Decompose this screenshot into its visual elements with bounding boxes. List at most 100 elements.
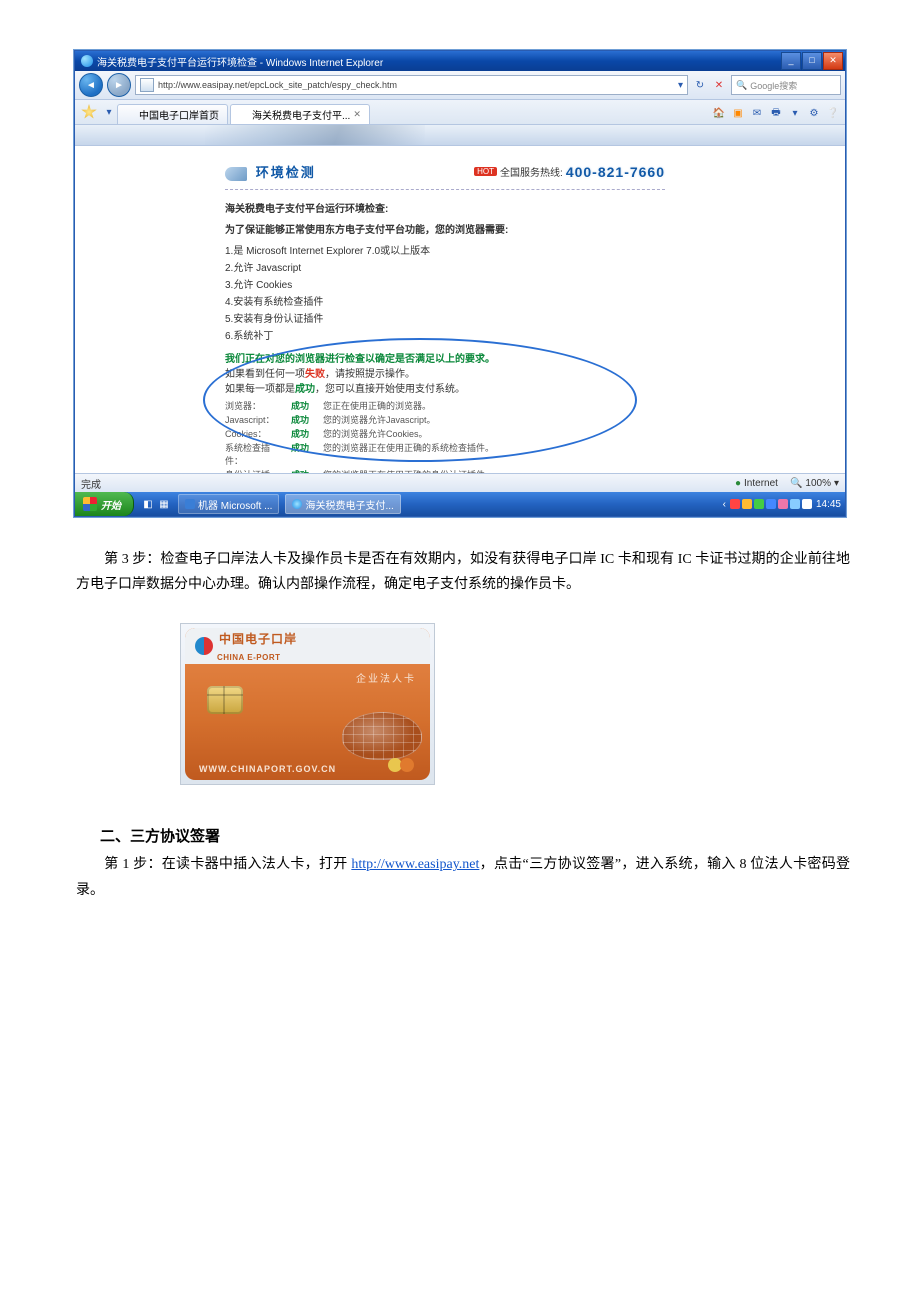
req-item: 3.允许 Cookies [225,276,665,291]
requirements-title: 为了保证能够正常使用东方电子支付平台功能，您的浏览器需要: [225,221,665,236]
tray-icon[interactable] [754,499,764,509]
maximize-button[interactable]: □ [802,52,822,70]
section-2-heading: 二、三方协议签署 [100,825,850,846]
check-table: 浏览器：成功您正在使用正确的浏览器。 Javascript：成功您的浏览器允许J… [225,399,665,473]
help-icon[interactable]: ❔ [825,105,841,121]
requirements-list: 1.是 Microsoft Internet Explorer 7.0或以上版本… [225,242,665,342]
start-label: 开始 [101,497,121,512]
step3-text: 第 3 步：检查电子口岸法人卡及操作员卡是否在有效期内，如没有获得电子口岸 IC… [76,552,850,592]
search-box[interactable]: 🔍 Google搜索 [731,75,841,95]
ic-card-type: 企业法人卡 [356,670,416,685]
print-icon[interactable]: 🖶 [768,105,784,121]
tray-icon[interactable] [766,499,776,509]
tools-icon[interactable]: ⚙ [806,105,822,121]
check-row: Javascript：成功您的浏览器允许Javascript。 [225,413,665,426]
ie-icon [292,499,302,509]
page-banner [75,125,845,146]
s2-text-a: 第 1 步：在读卡器中插入法人卡，打开 [104,857,351,872]
hot-badge: HOT [474,167,497,176]
system-tray: ‹ 14:45 [723,499,841,510]
check-results-zone: 我们正在对您的浏览器进行检查以确定是否满足以上的要求。 如果看到任何一项失败，请… [225,348,665,473]
titlebar: 海关税费电子支付平台运行环境检查 - Windows Internet Expl… [75,51,845,71]
stop-icon[interactable]: ✕ [711,77,727,93]
home-icon[interactable]: 🏠 [711,105,727,121]
ic-card-url: WWW.CHINAPORT.GOV.CN [199,764,336,774]
ic-card-figure: 中国电子口岸 CHINA E-PORT 企业法人卡 WWW.CHINAPORT.… [180,623,850,785]
zoom-dropdown-icon: ▾ [834,478,839,489]
tray-icon[interactable] [790,499,800,509]
window-title: 海关税费电子支付平台运行环境检查 - Windows Internet Expl… [97,54,781,69]
req-item: 2.允许 Javascript [225,259,665,274]
req-item: 5.安装有身份认证插件 [225,310,665,325]
forward-button[interactable]: ► [107,73,131,97]
start-button[interactable]: 开始 [75,492,134,516]
req-item: 6.系统补丁 [225,327,665,342]
page-menu-icon[interactable]: ▾ [787,105,803,121]
check-row: 身份认证插件：成功您的浏览器正在使用正确的身份认证插件。 [225,468,665,473]
task-label: 海关税费电子支付... [305,497,393,512]
minimize-button[interactable]: _ [781,52,801,70]
step3-paragraph: 第 3 步：检查电子口岸法人卡及操作员卡是否在有效期内，如没有获得电子口岸 IC… [76,547,850,597]
quicklaunch-icon[interactable]: ▦ [156,496,172,512]
check-row: 浏览器：成功您正在使用正确的浏览器。 [225,399,665,412]
tab-2[interactable]: 海关税费电子支付平... ✕ [230,104,370,124]
tray-icon[interactable] [742,499,752,509]
address-bar[interactable]: http://www.easipay.net/epcLock_site_patc… [135,75,688,95]
tab-2-label: 海关税费电子支付平... [252,107,350,122]
status-text: 完成 [81,476,101,491]
task-label: 机器 Microsoft ... [198,497,272,512]
tab-strip: ▾ 中国电子口岸首页 海关税费电子支付平... ✕ 🏠 ▣ ✉ 🖶 ▾ ⚙ ❔ [75,100,845,125]
feed-icon[interactable]: ▣ [730,105,746,121]
check-heading: 海关税费电子支付平台运行环境检查: [225,200,665,215]
hotline-number: 400-821-7660 [566,164,665,180]
checking-line: 我们正在对您的浏览器进行检查以确定是否满足以上的要求。 [225,350,665,365]
ic-card-title-cn: 中国电子口岸 [219,632,297,646]
fail-hint: 如果看到任何一项失败，请按照提示操作。 [225,365,665,380]
tray-icon[interactable] [802,499,812,509]
zoom-icon: 🔍 [790,478,802,489]
page-icon [140,78,154,92]
status-bar: 完成 ● Internet 🔍 100% ▾ [75,473,845,492]
zoom-value: 100% [805,478,831,489]
easipay-link[interactable]: http://www.easipay.net [351,857,479,872]
internet-zone: ● Internet [735,478,778,489]
req-item: 4.安装有系统检查插件 [225,293,665,308]
url-text: http://www.easipay.net/epcLock_site_patc… [158,80,674,90]
ie-globe-icon [81,55,93,67]
nav-toolbar: ◄ ► http://www.easipay.net/epcLock_site_… [75,71,845,100]
tab-close-icon[interactable]: ✕ [353,109,361,120]
tab-1[interactable]: 中国电子口岸首页 [117,104,228,124]
chip-icon [207,686,243,714]
tray-icon[interactable] [730,499,740,509]
quicklaunch-icon[interactable]: ◧ [140,496,156,512]
dropdown-icon[interactable]: ▾ [678,80,683,91]
refresh-icon[interactable]: ↻ [692,77,708,93]
tab-1-label: 中国电子口岸首页 [139,107,219,122]
tray-icon[interactable] [778,499,788,509]
back-button[interactable]: ◄ [79,73,103,97]
tray-expand-icon[interactable]: ‹ [723,499,726,510]
close-button[interactable]: ✕ [823,52,843,70]
windows-icon [83,497,97,511]
globe-map-icon [342,712,422,760]
task-button[interactable]: 机器 Microsoft ... [178,494,279,514]
browser-content: 环境检测 HOT 全国服务热线: 400-821-7660 海关税费电子支付平台… [75,125,845,473]
hotline: HOT 全国服务热线: 400-821-7660 [474,164,665,180]
internet-label: Internet [744,478,778,489]
ic-card-title-en: CHINA E-PORT [217,653,280,662]
app-icon [185,499,195,509]
req-item: 1.是 Microsoft Internet Explorer 7.0或以上版本 [225,242,665,257]
zoom-control[interactable]: 🔍 100% ▾ [790,478,839,489]
mail-icon[interactable]: ✉ [749,105,765,121]
check-row: 系统检查插件：成功您的浏览器正在使用正确的系统检查插件。 [225,441,665,467]
hotline-label: 全国服务热线: [500,164,563,179]
globe-icon: ● [735,478,741,489]
page-icon [239,110,249,120]
ie-window: 海关税费电子支付平台运行环境检查 - Windows Internet Expl… [74,50,846,517]
ok-hint: 如果每一项都是成功，您可以直接开始使用支付系统。 [225,380,665,395]
task-button[interactable]: 海关税费电子支付... [285,494,400,514]
fav-dropdown-icon[interactable]: ▾ [101,104,117,120]
taskbar: 开始 ◧ ▦ 机器 Microsoft ... 海关税费电子支付... ‹ [75,492,845,516]
favorites-icon[interactable] [81,104,97,120]
section2-paragraph: 第 1 步：在读卡器中插入法人卡，打开 http://www.easipay.n… [76,852,850,902]
